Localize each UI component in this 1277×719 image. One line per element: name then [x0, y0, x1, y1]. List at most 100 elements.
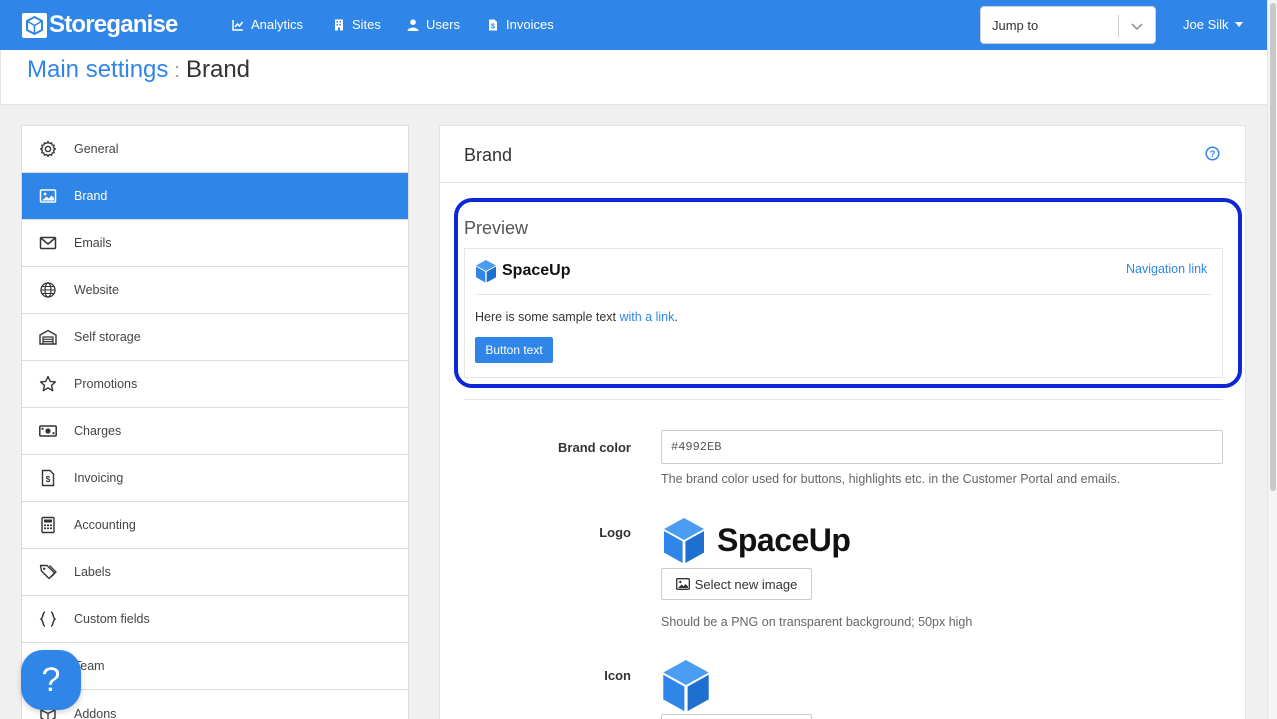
sidebar-item-label: Brand	[74, 189, 108, 203]
preview-box: SpaceUp Navigation link Here is some sam…	[464, 248, 1223, 378]
panel-header: Brand ?	[440, 126, 1245, 183]
jump-to-placeholder: Jump to	[992, 18, 1039, 33]
sidebar-item-label: Self storage	[74, 330, 141, 344]
globe-icon	[40, 282, 56, 298]
preview-button[interactable]: Button text	[475, 337, 553, 363]
page-scrollbar[interactable]	[1267, 0, 1277, 719]
image-icon	[675, 578, 690, 590]
user-menu[interactable]: Joe Silk	[1183, 17, 1243, 32]
caret-down-icon	[1234, 22, 1243, 27]
sidebar-item-label: General	[74, 142, 119, 156]
user-icon	[407, 18, 419, 31]
nav-analytics[interactable]: Analytics	[232, 17, 303, 32]
preview-sample-link[interactable]: with a link	[620, 310, 675, 324]
sidebar-item-promotions[interactable]: Promotions	[22, 361, 408, 408]
preview-logo: SpaceUp	[475, 259, 570, 283]
preview-logo-text: SpaceUp	[502, 262, 571, 279]
chevron-down-icon[interactable]	[1130, 19, 1144, 33]
brand-color-help: The brand color used for buttons, highli…	[661, 472, 1121, 486]
sidebar-item-label: Addons	[74, 706, 117, 719]
sidebar-item-brand[interactable]: Brand	[22, 173, 408, 220]
sidebar-item-label: Promotions	[74, 377, 138, 391]
building-icon	[335, 19, 343, 30]
section-divider	[464, 399, 1223, 400]
gear-icon	[39, 140, 57, 158]
sidebar-item-general[interactable]: General	[22, 126, 408, 173]
preview-navigation-link[interactable]: Navigation link	[1126, 262, 1207, 276]
sidebar-item-self-storage[interactable]: Self storage	[22, 314, 408, 361]
envelope-icon	[39, 236, 57, 250]
sidebar-item-label: Labels	[74, 565, 111, 579]
user-name: Joe Silk	[1183, 17, 1229, 32]
nav-sites[interactable]: Sites	[333, 17, 381, 32]
nav-analytics-label: Analytics	[251, 17, 304, 32]
brand-settings-panel: Brand ? Preview SpaceUp Navigation link …	[439, 125, 1246, 719]
floating-help-button[interactable]: ?	[21, 650, 81, 710]
svg-text:?: ?	[1210, 149, 1216, 160]
sidebar-item-emails[interactable]: Emails	[22, 220, 408, 267]
logo-label: Logo	[599, 525, 631, 540]
logo-preview-text: SpaceUp	[717, 521, 851, 558]
preview-title: Preview	[464, 218, 529, 238]
breadcrumb: Main settings : Brand	[27, 56, 250, 84]
star-icon	[39, 375, 57, 392]
sidebar-item-label: Charges	[74, 424, 122, 438]
sidebar-item-label: Custom fields	[74, 612, 150, 626]
nav-invoices[interactable]: $ Invoices	[487, 17, 554, 32]
scrollbar-thumb[interactable]	[1270, 3, 1276, 491]
sidebar-item-label: Emails	[74, 236, 112, 250]
jump-to-select[interactable]: Jump to	[980, 6, 1156, 44]
select-new-image-label: Select new image	[694, 576, 798, 592]
app-name: Storeganise	[49, 11, 178, 38]
chart-icon	[232, 19, 244, 31]
question-mark-icon: ?	[41, 660, 61, 699]
brand-color-input[interactable]	[661, 430, 1223, 464]
nav-users-label: Users	[426, 17, 460, 32]
spaceup-cube-icon	[664, 518, 704, 563]
storeganise-logo-icon	[22, 12, 47, 38]
tags-icon	[39, 564, 57, 580]
braces-icon	[39, 611, 57, 627]
sidebar-item-label: Invoicing	[74, 471, 124, 485]
icon-label: Icon	[604, 668, 631, 683]
preview-sample-text: Here is some sample text with a link.	[475, 310, 678, 324]
sidebar-item-label: Website	[74, 283, 119, 297]
calculator-icon	[41, 516, 55, 534]
preview-sample-text-end: .	[674, 310, 678, 324]
breadcrumb-separator: :	[174, 60, 180, 82]
app-logo[interactable]: Storeganise	[22, 11, 178, 39]
sidebar-item-charges[interactable]: Charges	[22, 408, 408, 455]
warehouse-icon	[39, 329, 57, 345]
sidebar-item-invoicing[interactable]: $ Invoicing	[22, 455, 408, 502]
preview-sample-text-start: Here is some sample text	[475, 310, 620, 324]
top-navbar: Storeganise Analytics Sites Users $ Invo…	[0, 0, 1267, 50]
question-circle-icon[interactable]: ?	[1205, 146, 1220, 161]
brand-color-label: Brand color	[558, 440, 631, 455]
jump-to-separator	[1118, 15, 1119, 37]
logo-help: Should be a PNG on transparent backgroun…	[661, 615, 973, 629]
select-icon-button[interactable]	[661, 714, 812, 719]
breadcrumb-main-settings[interactable]: Main settings	[27, 56, 168, 84]
svg-text:$: $	[46, 475, 51, 484]
panel-title: Brand	[464, 145, 513, 165]
sidebar-item-labels[interactable]: Labels	[22, 549, 408, 596]
money-icon	[39, 425, 57, 437]
svg-text:$: $	[491, 23, 495, 30]
sidebar-item-label: Accounting	[74, 518, 136, 532]
settings-sidebar: General Brand Emails Website Self storag…	[21, 125, 409, 719]
sidebar-item-website[interactable]: Website	[22, 267, 408, 314]
select-new-image-button[interactable]: Select new image	[661, 568, 812, 600]
invoice-icon: $	[489, 19, 497, 30]
invoice-icon: $	[41, 469, 55, 487]
sidebar-item-custom-fields[interactable]: Custom fields	[22, 596, 408, 643]
image-icon	[39, 189, 57, 203]
spaceup-cube-icon	[476, 260, 496, 283]
sidebar-item-accounting[interactable]: Accounting	[22, 502, 408, 549]
breadcrumb-current: Brand	[185, 56, 251, 83]
spaceup-cube-icon	[663, 660, 709, 712]
nav-invoices-label: Invoices	[506, 17, 554, 32]
page-header: Main settings : Brand	[0, 50, 1267, 105]
nav-users[interactable]: Users	[407, 17, 460, 32]
logo-preview: SpaceUp	[661, 516, 851, 564]
preview-divider	[475, 294, 1212, 295]
